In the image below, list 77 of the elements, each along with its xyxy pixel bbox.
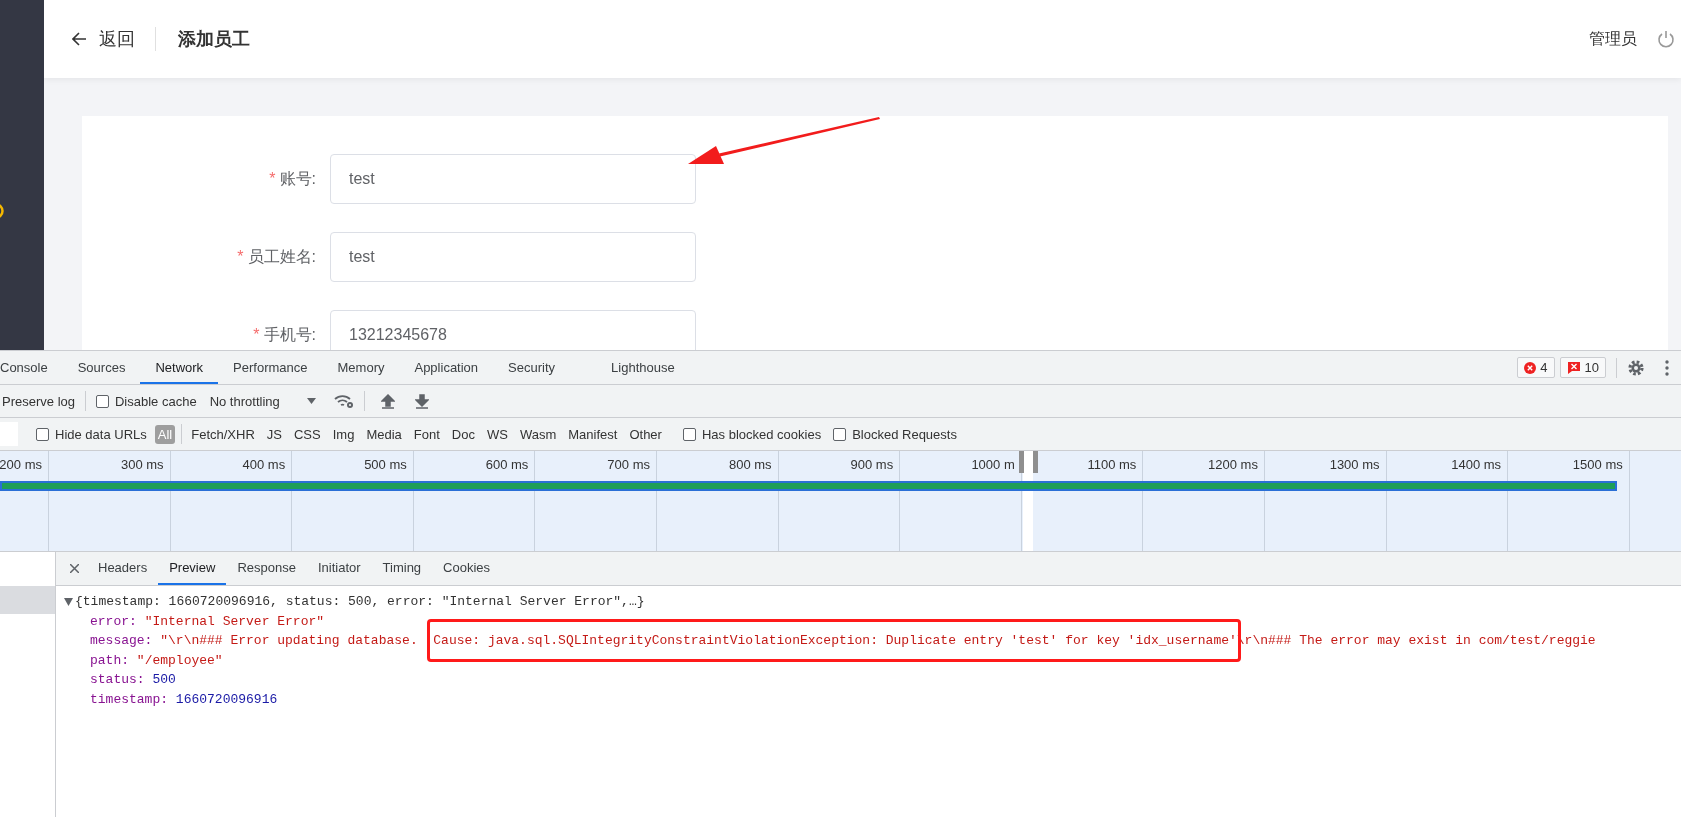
type-filter[interactable]: Wasm xyxy=(516,424,560,444)
property-key: error: xyxy=(90,611,137,631)
details-tab[interactable]: Response xyxy=(226,552,307,585)
property-value: "/employee" xyxy=(136,651,223,670)
tick-label: 1100 ms xyxy=(1087,457,1137,472)
tick-label: 1300 ms xyxy=(1329,457,1380,472)
devtools-tab[interactable]: Sources xyxy=(62,351,141,384)
tick-label: 800 ms xyxy=(728,457,772,472)
devtools-tab[interactable]: Application xyxy=(399,351,494,384)
devtools-tab[interactable]: Performance xyxy=(218,351,323,384)
type-filter[interactable]: Doc xyxy=(448,424,478,444)
text-input[interactable]: test xyxy=(330,154,696,204)
type-filter[interactable]: Fetch/XHR xyxy=(188,424,258,444)
tick-label: 1400 ms xyxy=(1451,457,1502,472)
filter-checkbox[interactable]: Has blocked cookies xyxy=(682,426,822,442)
issue-badge[interactable]: 10 xyxy=(1559,357,1606,378)
type-filter[interactable]: Other xyxy=(626,424,665,444)
type-filter[interactable]: CSS xyxy=(291,424,324,444)
tick-label: 1000 m xyxy=(971,457,1015,472)
tick-label: 1500 ms xyxy=(1572,457,1623,472)
property-key: path: xyxy=(90,650,129,670)
property-key: timestamp: xyxy=(90,689,168,709)
disable-cache-checkbox[interactable]: Disable cache xyxy=(96,393,197,409)
power-icon[interactable] xyxy=(1657,30,1675,48)
field-label: * 员工姓名: xyxy=(236,246,317,267)
type-filter[interactable]: Img xyxy=(329,424,358,444)
details-tab[interactable]: Timing xyxy=(371,552,433,585)
dropdown-caret-icon[interactable] xyxy=(306,398,316,404)
tick-label: 700 ms xyxy=(607,457,650,472)
details-tab[interactable]: Headers xyxy=(87,552,159,585)
page-title: 添加员工 xyxy=(178,28,250,51)
field-label: * 手机号: xyxy=(252,324,317,345)
back-button[interactable]: 返回 xyxy=(72,27,135,51)
tick-label: 400 ms xyxy=(242,457,286,472)
preserve-log-label[interactable]: Preserve log xyxy=(2,393,75,409)
property-value: 1660720096916 xyxy=(175,690,278,709)
filter-checkbox[interactable]: Blocked Requests xyxy=(833,426,957,442)
details-tab[interactable]: Preview xyxy=(158,552,227,585)
upload-icon[interactable] xyxy=(380,393,395,409)
range-handle[interactable] xyxy=(1033,451,1038,473)
more-menu-icon[interactable] xyxy=(1665,359,1669,376)
expand-triangle-icon[interactable] xyxy=(64,597,73,606)
details-tab[interactable]: Initiator xyxy=(306,552,372,585)
details-tab[interactable]: Cookies xyxy=(432,552,502,585)
settings-icon[interactable] xyxy=(1627,358,1645,377)
download-icon[interactable] xyxy=(414,393,429,409)
property-value: 500 xyxy=(152,671,176,689)
wifi-settings-icon[interactable] xyxy=(333,393,354,409)
property-key: message: xyxy=(90,631,153,651)
tick-label: 600 ms xyxy=(485,457,529,472)
json-summary: {timestamp: 1660720096916, status: 500, error: "Internal Server Error",…} xyxy=(75,593,645,611)
tick-label: 1200 ms xyxy=(1208,457,1258,472)
text-input[interactable]: test xyxy=(330,232,696,282)
sidebar-icon xyxy=(0,203,4,219)
devtools-tab[interactable]: Security xyxy=(493,351,571,384)
type-filter[interactable]: Media xyxy=(363,424,405,444)
tick-label: 200 ms xyxy=(0,457,42,472)
type-filter[interactable]: WS xyxy=(483,424,511,444)
throttling-select[interactable]: No throttling xyxy=(209,393,280,409)
property-key: status: xyxy=(90,670,145,690)
tick-label: 900 ms xyxy=(850,457,894,472)
type-filter[interactable]: Font xyxy=(410,424,443,444)
tick-label: 500 ms xyxy=(364,457,407,472)
error-badge[interactable]: 4 xyxy=(1517,357,1555,378)
range-handle[interactable] xyxy=(1019,451,1024,473)
hide-data-urls-checkbox[interactable]: Hide data URLs xyxy=(36,426,147,442)
devtools-tab[interactable]: Console xyxy=(0,351,63,384)
user-name: 管理员 xyxy=(1589,28,1637,49)
type-filter[interactable]: Manifest xyxy=(565,424,621,444)
property-value: "Internal Server Error" xyxy=(144,612,325,631)
field-label: * 账号: xyxy=(268,168,317,189)
devtools-tab[interactable]: Lighthouse xyxy=(596,351,690,384)
arrow-left-icon xyxy=(72,32,87,46)
devtools-tab[interactable]: Memory xyxy=(322,351,400,384)
tick-label: 300 ms xyxy=(120,457,164,472)
type-filter[interactable]: JS xyxy=(263,424,285,444)
text-input[interactable]: 13212345678 xyxy=(330,310,696,350)
